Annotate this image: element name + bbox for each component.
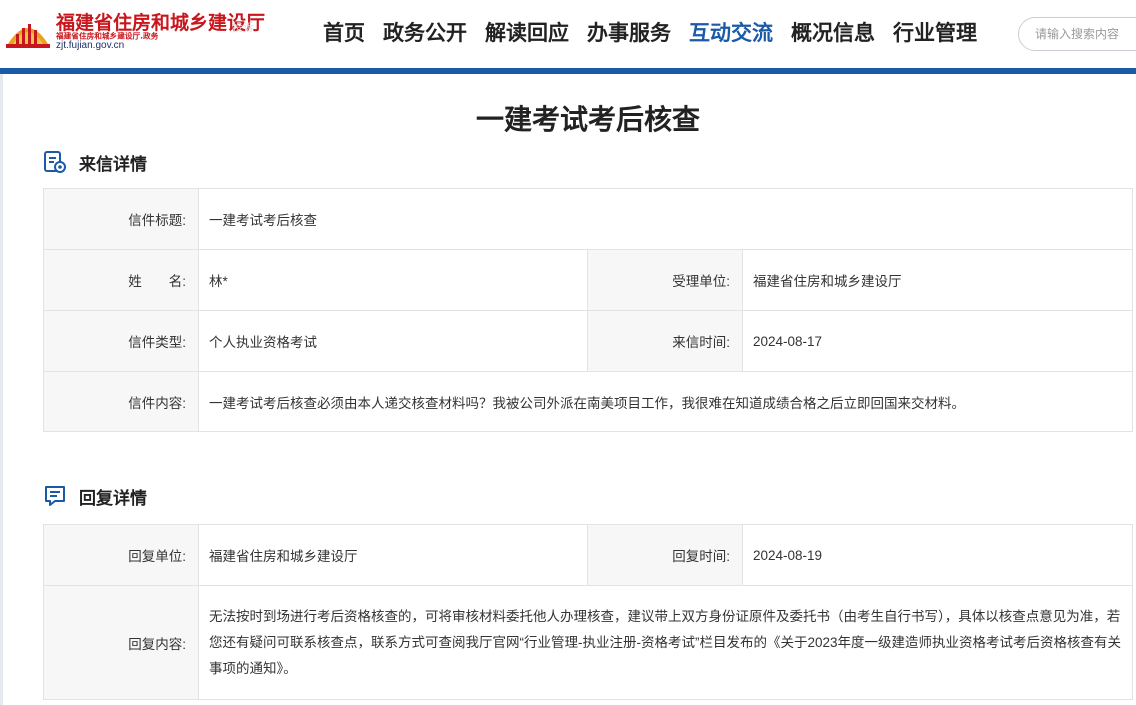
reply-unit-label: 回复单位: (43, 524, 199, 586)
nav-home[interactable]: 首页 (314, 16, 374, 52)
search-box (1018, 17, 1136, 51)
chat-bubble-icon (45, 486, 65, 506)
nav-industry[interactable]: 行业管理 (884, 16, 986, 52)
nav-interpretation[interactable]: 解读回应 (476, 16, 578, 52)
table-row: 回复内容: 无法按时到场进行考后资格核查的，可将审核材料委托他人办理核查，建议带… (43, 585, 1133, 700)
letter-type-value: 个人执业资格考试 (198, 310, 588, 372)
letter-title-label: 信件标题: (43, 188, 199, 250)
handling-unit-value: 福建省住房和城乡建设厅 (742, 249, 1133, 311)
reply-time-value: 2024-08-19 (742, 524, 1133, 586)
table-row: 回复单位: 福建省住房和城乡建设厅 回复时间: 2024-08-19 (43, 524, 1133, 586)
document-eye-icon (44, 151, 66, 173)
letter-content-value: 一建考试考后核查必须由本人递交核查材料吗？我被公司外派在南美项目工作，我很难在知… (198, 371, 1133, 432)
letter-section-title: 来信详情 (79, 154, 147, 174)
nav-government-affairs[interactable]: 政务公开 (374, 16, 476, 52)
search-input[interactable] (1035, 18, 1136, 50)
letter-content-label: 信件内容: (43, 371, 199, 432)
nav-overview[interactable]: 概况信息 (782, 16, 884, 52)
reply-time-label: 回复时间: (587, 524, 743, 586)
table-row: 信件类型: 个人执业资格考试 来信时间: 2024-08-17 (43, 310, 1133, 372)
letter-time-value: 2024-08-17 (742, 310, 1133, 372)
reply-section-title: 回复详情 (79, 488, 147, 508)
name-label: 姓 名: (43, 249, 199, 311)
table-row: 姓 名: 林* 受理单位: 福建省住房和城乡建设厅 (43, 249, 1133, 311)
site-header: 福建省住房和城乡建设厅 福建省住房和城乡建设厅.政务 zjt.fujian.go… (0, 0, 1136, 68)
faded-text: 投诉 (232, 21, 254, 34)
letter-time-label: 来信时间: (587, 310, 743, 372)
reply-content-label: 回复内容: (43, 585, 199, 700)
header-divider (0, 68, 1136, 74)
name-value: 林* (198, 249, 588, 311)
main-nav: 首页 政务公开 解读回应 办事服务 互动交流 概况信息 行业管理 (314, 16, 986, 52)
reply-content-value: 无法按时到场进行考后资格核查的，可将审核材料委托他人办理核查，建议带上双方身份证… (198, 585, 1133, 700)
left-edge (0, 74, 3, 705)
letter-details-table: 信件标题: 一建考试考后核查 姓 名: 林* 受理单位: 福建省住房和城乡建设厅… (43, 188, 1133, 432)
logo-url: zjt.fujian.gov.cn (56, 40, 125, 51)
letter-title-value: 一建考试考后核查 (198, 188, 1133, 250)
letter-section-header: 来信详情 (43, 149, 147, 175)
emblem-icon (6, 24, 50, 48)
nav-services[interactable]: 办事服务 (578, 16, 680, 52)
page-title: 一建考试考后核查 (475, 104, 700, 135)
table-row: 信件标题: 一建考试考后核查 (43, 188, 1133, 250)
reply-unit-value: 福建省住房和城乡建设厅 (198, 524, 588, 586)
handling-unit-label: 受理单位: (587, 249, 743, 311)
table-row: 信件内容: 一建考试考后核查必须由本人递交核查材料吗？我被公司外派在南美项目工作… (43, 371, 1133, 432)
reply-section-header: 回复详情 (43, 483, 147, 509)
nav-interaction[interactable]: 互动交流 (680, 16, 782, 52)
letter-type-label: 信件类型: (43, 310, 199, 372)
reply-details-table: 回复单位: 福建省住房和城乡建设厅 回复时间: 2024-08-19 回复内容:… (43, 524, 1133, 700)
